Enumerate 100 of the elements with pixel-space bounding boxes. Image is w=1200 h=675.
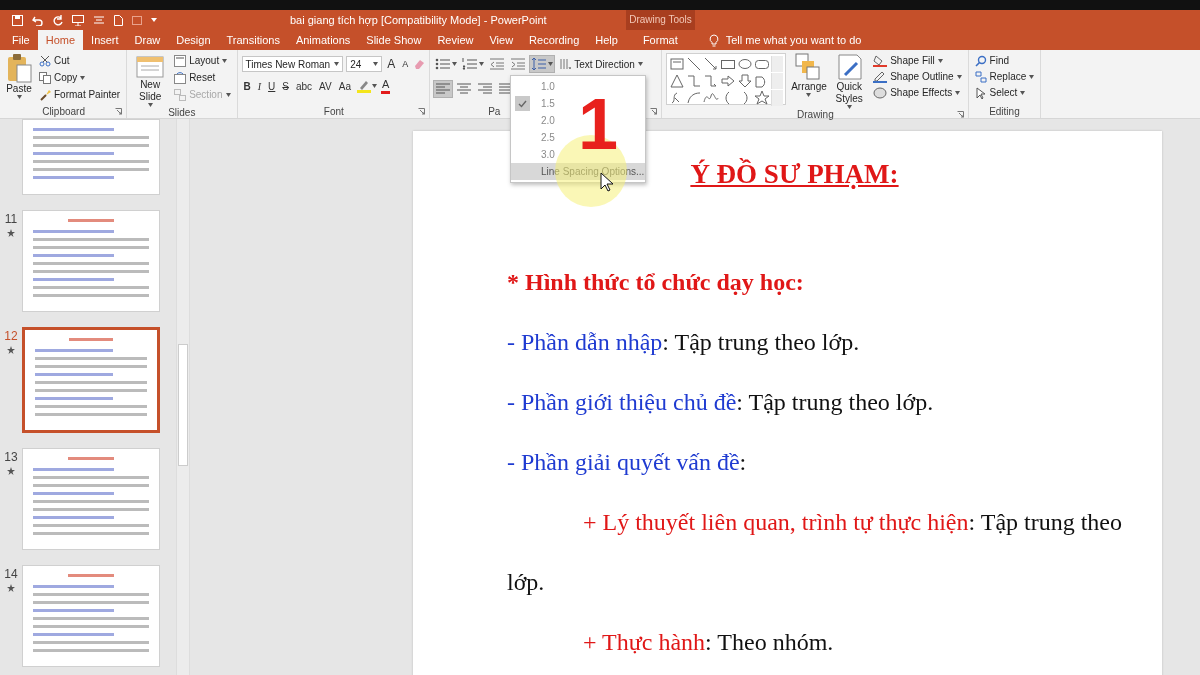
arrange-button[interactable]: Arrange [789,53,828,109]
window-title: bai giang tích hợp [Compatibility Mode] - PowerPoint [289,14,547,26]
decrease-indent-icon [489,57,506,71]
new-slide-button[interactable]: New Slide [131,53,170,107]
slide-text-line: + Thực hành: Theo nhóm. [582,628,835,657]
bullets-icon [435,57,452,71]
ribbon-tab[interactable]: Help [587,30,626,50]
ribbon-tab[interactable]: Recording [521,30,588,50]
character-spacing-button[interactable]: AV [317,78,334,94]
ribbon-tab[interactable]: Format [625,30,695,50]
caret-icon [548,62,554,66]
caret-icon [371,84,377,88]
search-icon [974,54,987,67]
align-right-button[interactable] [476,81,495,97]
slide-thumbnail[interactable] [22,327,160,433]
dialog-launcher-icon[interactable] [115,107,123,115]
decrease-indent-button[interactable] [488,56,507,72]
shape-effects-button[interactable]: Shape Effects [871,85,964,100]
caret-icon [479,62,485,66]
ribbon-tab[interactable]: Design [168,30,219,50]
layout-button[interactable]: Layout [172,53,233,68]
customize-icon[interactable] [151,18,157,22]
font-size-field[interactable]: 24 [346,56,383,72]
copy-button[interactable]: Copy [37,70,123,85]
arrange-icon [795,53,822,81]
underline-button[interactable]: U [266,78,278,94]
ribbon-tab[interactable]: File [4,30,38,50]
undo-icon[interactable] [32,14,43,26]
font-name-field[interactable]: Times New Roman [241,56,344,72]
scrollbar-thumb[interactable] [178,344,188,466]
align-center-button[interactable] [455,81,474,97]
presentation-icon[interactable] [72,14,84,26]
caret-icon [1029,74,1035,79]
caret-icon [1020,90,1026,95]
reset-icon [174,71,187,84]
ribbon-tab[interactable]: Review [429,30,482,50]
group-label: Clipboard [42,105,85,117]
paintbrush-icon [39,88,51,101]
caret-icon [16,95,22,99]
arrow-icon[interactable] [703,56,720,72]
arc-icon[interactable] [686,90,703,106]
italic-button[interactable]: I [255,78,264,94]
format-painter-button[interactable]: Format Painter [37,87,123,102]
dialog-launcher-icon[interactable] [956,111,964,118]
tell-me-search-field[interactable]: Tell me what you want to do [725,34,886,46]
bullets-button[interactable] [434,56,459,72]
align-icon[interactable] [93,14,105,26]
align-left-button[interactable] [434,81,453,97]
cut-button[interactable]: Cut [37,53,123,68]
triangle-icon[interactable] [669,73,686,89]
right-arrow-icon[interactable] [720,73,737,89]
shadow-button[interactable]: S [280,78,291,94]
ribbon-tab[interactable]: Home [37,30,84,50]
change-case-button[interactable]: Aa [336,78,353,94]
ribbon-tab[interactable]: Animations [287,30,359,50]
line-icon[interactable] [686,56,703,72]
star-icon[interactable] [754,90,771,106]
caret-icon [955,90,961,95]
select-button[interactable]: Select [972,85,1037,100]
ribbon-tab[interactable]: Slide Show [358,30,430,50]
decrease-font-size-button[interactable]: A [400,56,411,72]
ribbon-tab[interactable]: Draw [126,30,169,50]
ribbon-tab[interactable]: View [481,30,522,50]
font-color-button[interactable]: A [380,78,391,94]
down-arrow-icon[interactable] [737,73,754,89]
caret-icon [637,62,643,66]
shapes-gallery[interactable] [666,53,787,105]
slide-text-line: - Phần giới thiệu chủ đề: Tập trung theo lớp. [507,388,935,417]
ribbon-tab[interactable]: Insert [83,30,127,50]
shape-fill-button[interactable]: Shape Fill [871,53,964,68]
replace-button[interactable]: Replace [972,69,1037,84]
dialog-launcher-icon[interactable] [418,107,426,115]
line-spacing-button[interactable] [530,56,555,72]
oval-icon[interactable] [737,56,754,72]
eraser-icon[interactable] [413,58,426,70]
strikethrough-button[interactable]: abc [294,78,315,94]
quick-styles-icon [835,53,864,81]
slide-text-line: + Lý thuyết liên quan, trình tự thực hiện: Tập trung theo lớp. [507,508,1122,597]
dialog-launcher-icon[interactable] [650,107,658,115]
highlight-button[interactable] [355,78,378,94]
redo-icon[interactable] [52,14,63,26]
quick-styles-button[interactable]: Quick Styles [830,53,869,109]
bold-button[interactable]: B [241,78,253,94]
pen-icon [873,70,888,83]
increase-indent-button[interactable] [509,56,528,72]
find-button[interactable]: Find [972,53,1037,68]
slide-number: 13 [4,450,18,464]
star-icon [7,584,15,592]
text-direction-icon [559,58,572,70]
save-icon[interactable] [12,14,23,26]
scissors-icon [39,54,51,67]
numbering-button[interactable] [461,56,486,72]
text-direction-button[interactable]: Text Direction [557,56,645,72]
increase-font-size-button[interactable]: A [385,56,398,72]
paint-bucket-icon [873,54,888,67]
new-document-icon[interactable] [114,14,123,26]
reset-button[interactable]: Reset [172,70,233,85]
paste-button[interactable]: Paste [4,53,34,104]
shape-outline-button[interactable]: Shape Outline [871,69,964,84]
ribbon-tab[interactable]: Transitions [218,30,288,50]
